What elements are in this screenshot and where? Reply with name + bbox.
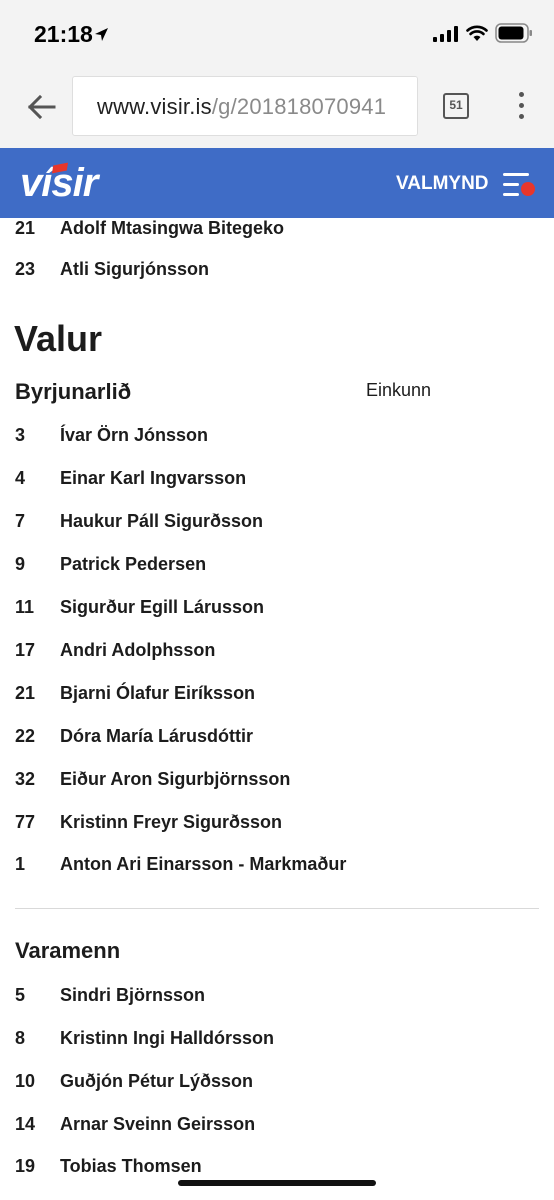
list-item: 4 Einar Karl Ingvarsson	[0, 464, 554, 494]
list-item: 11 Sigurður Egill Lárusson	[0, 593, 554, 623]
player-name: Einar Karl Ingvarsson	[60, 468, 247, 488]
list-item: 7 Haukur Páll Sigurðsson	[0, 507, 554, 537]
player-number: 10	[15, 1071, 36, 1091]
player-name: Andri Adolphsson	[60, 640, 216, 660]
home-indicator[interactable]	[178, 1180, 376, 1186]
more-menu-icon[interactable]	[516, 92, 526, 122]
section-divider	[15, 908, 539, 909]
player-name: Dóra María Lárusdóttir	[60, 726, 254, 746]
hamburger-menu-icon[interactable]	[503, 172, 535, 198]
status-time: 21:18	[34, 21, 93, 47]
player-name: Sigurður Egill Lárusson	[60, 597, 265, 617]
player-number: 1	[15, 854, 26, 874]
list-item: 32 Eiður Aron Sigurbjörnsson	[0, 765, 554, 795]
notification-dot	[521, 182, 535, 196]
tab-switcher-button[interactable]: 51	[443, 93, 469, 119]
cellular-signal-icon	[433, 26, 458, 42]
player-name: Tobias Thomsen	[60, 1156, 202, 1176]
location-arrow-icon	[95, 28, 108, 41]
player-number: 9	[15, 554, 26, 574]
player-name: Atli Sigurjónsson	[60, 259, 210, 279]
player-number: 22	[15, 726, 36, 746]
player-name: Sindri Björnsson	[60, 985, 206, 1005]
list-item: 22 Dóra María Lárusdóttir	[0, 722, 554, 752]
player-number: 21	[15, 683, 36, 703]
list-item: 3 Ívar Örn Jónsson	[0, 421, 554, 451]
player-name: Haukur Páll Sigurðsson	[60, 511, 264, 531]
player-number: 32	[15, 769, 36, 789]
list-item: 14 Arnar Sveinn Geirsson	[0, 1110, 554, 1140]
url-text[interactable]: www.visir.is/g/201818070941	[97, 94, 386, 120]
list-item: 8 Kristinn Ingi Halldórsson	[0, 1024, 554, 1054]
menu-label[interactable]: VALMYND	[396, 173, 489, 195]
player-number: 3	[15, 425, 26, 445]
player-number: 77	[15, 812, 36, 832]
list-item: 21 Adolf Mtasingwa Bitegeko	[0, 218, 554, 244]
list-item: 19 Tobias Thomsen	[0, 1152, 554, 1182]
player-name: Ívar Örn Jónsson	[60, 425, 209, 445]
back-arrow-icon[interactable]	[24, 90, 58, 124]
wifi-icon	[466, 25, 488, 41]
player-number: 4	[15, 468, 26, 488]
player-number: 23	[15, 259, 36, 279]
player-name: Adolf Mtasingwa Bitegeko	[60, 218, 285, 238]
list-item: 5 Sindri Björnsson	[0, 981, 554, 1011]
list-item: 9 Patrick Pedersen	[0, 550, 554, 580]
rating-column-label: Einkunn	[366, 380, 432, 400]
starting-lineup-title: Byrjunarlið	[15, 379, 132, 404]
player-number: 8	[15, 1028, 26, 1048]
player-name: Kristinn Ingi Halldórsson	[60, 1028, 275, 1048]
article-content: 21 Adolf Mtasingwa Bitegeko 23 Atli Sigu…	[0, 218, 554, 1200]
player-name: Guðjón Pétur Lýðsson	[60, 1071, 254, 1091]
player-number: 17	[15, 640, 36, 660]
url-fade	[389, 77, 417, 135]
browser-toolbar: www.visir.is/g/201818070941 51	[0, 66, 554, 148]
url-path: /g/201818070941	[211, 94, 387, 119]
status-bar: 21:18	[0, 0, 554, 66]
substitutes-title: Varamenn	[15, 938, 121, 963]
list-item: 17 Andri Adolphsson	[0, 636, 554, 666]
site-header: vísir VALMYND	[0, 148, 554, 218]
player-name: Eiður Aron Sigurbjörnsson	[60, 769, 291, 789]
list-item: 1 Anton Ari Einarsson - Markmaður	[0, 850, 554, 880]
player-name: Arnar Sveinn Geirsson	[60, 1114, 256, 1134]
list-item: 77 Kristinn Freyr Sigurðsson	[0, 808, 554, 838]
team-title: Valur	[14, 318, 103, 359]
player-number: 19	[15, 1156, 36, 1176]
visir-logo[interactable]: vísir	[20, 162, 106, 204]
address-bar[interactable]: www.visir.is/g/201818070941	[72, 76, 418, 136]
player-name: Bjarni Ólafur Eiríksson	[60, 683, 256, 703]
player-number: 7	[15, 511, 26, 531]
list-item: 10 Guðjón Pétur Lýðsson	[0, 1067, 554, 1097]
player-name: Anton Ari Einarsson - Markmaður	[60, 854, 347, 874]
player-number: 21	[15, 218, 36, 238]
player-number: 5	[15, 985, 26, 1005]
list-item: 21 Bjarni Ólafur Eiríksson	[0, 679, 554, 709]
player-number: 11	[15, 597, 35, 617]
player-name: Patrick Pedersen	[60, 554, 207, 574]
list-item: 23 Atli Sigurjónsson	[0, 255, 554, 285]
battery-icon	[495, 23, 532, 43]
player-name: Kristinn Freyr Sigurðsson	[60, 812, 283, 832]
url-host: www.visir.is	[97, 94, 212, 119]
player-number: 14	[15, 1114, 36, 1134]
